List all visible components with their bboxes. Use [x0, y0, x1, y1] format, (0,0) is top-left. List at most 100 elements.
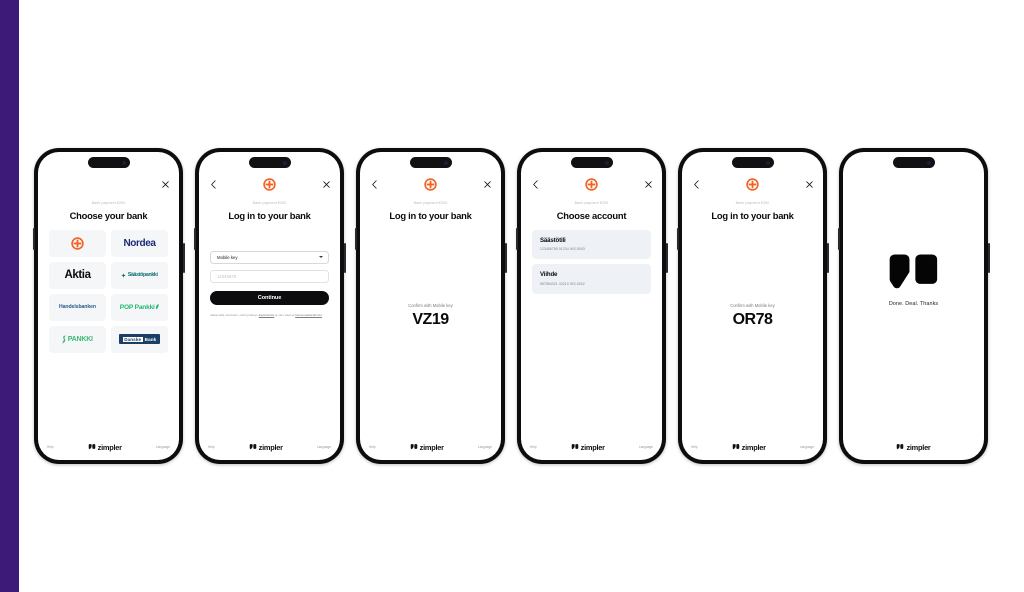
bank-option-aktia[interactable]: Aktia — [49, 261, 106, 289]
account-number: 987554321 43210 IKS-0002 — [540, 281, 585, 286]
zimpler-logo: zimpler — [249, 443, 283, 452]
footer: Help zimpler Language — [682, 438, 823, 460]
screen-confirm-vz19: Bank payment €200 Log in to your bank Co… — [360, 152, 501, 460]
close-icon[interactable] — [159, 178, 171, 190]
bank-option-handelsbanken[interactable]: Handelsbanken — [49, 293, 106, 321]
topbar — [38, 172, 179, 196]
bank-option-s-pankki[interactable]: PANKKI — [49, 325, 106, 353]
footer: Help zimpler Language — [521, 438, 662, 460]
footer: Help zimpler Language — [199, 438, 340, 460]
footer-help-link[interactable]: Help — [691, 445, 698, 449]
account-option-viihde[interactable]: Viihde 987554321 43210 IKS-0002 — [532, 264, 651, 294]
footer: zimpler — [843, 438, 984, 460]
content-choose-bank: Bank payment €200 Choose your bank Norde… — [38, 196, 179, 438]
front-camera-icon — [766, 160, 770, 165]
topbar — [521, 172, 662, 196]
bank-label-aktia: Aktia — [64, 269, 91, 282]
brand-accent-stripe — [0, 0, 19, 592]
s-pankki-s-icon — [62, 335, 67, 344]
zimpler-logo: zimpler — [410, 443, 444, 452]
back-icon[interactable] — [207, 178, 219, 190]
success-message: Done. Deal. Thanks — [888, 301, 939, 307]
footer-help-link[interactable]: Help — [208, 445, 215, 449]
legal-middle: ja olen lukenut — [274, 312, 296, 317]
footer-help-link[interactable]: Help — [530, 445, 537, 449]
footer-language-link[interactable]: Language — [639, 445, 653, 449]
front-camera-icon — [927, 160, 931, 165]
payment-amount-label: Bank payment €200 — [735, 201, 770, 205]
zimpler-wordmark: zimpler — [258, 442, 283, 452]
privacy-link[interactable]: tietosuojakäytännön — [295, 313, 322, 317]
back-icon[interactable] — [690, 178, 702, 190]
footer-language-link[interactable]: Language — [156, 445, 170, 449]
zimpler-logo: zimpler — [732, 443, 766, 452]
zimpler-mark-icon — [897, 444, 904, 450]
user-id-input[interactable]: 12345678 — [210, 269, 329, 283]
content-choose-account: Bank payment €200 Choose account Säästöt… — [521, 196, 662, 438]
op-bank-logo-icon — [746, 177, 759, 191]
page-title: Log in to your bank — [711, 209, 794, 221]
payment-amount-label: Bank payment €200 — [252, 201, 287, 205]
front-camera-icon — [283, 160, 287, 165]
pop-pankki-leaf-icon — [156, 304, 159, 310]
dynamic-island — [87, 157, 130, 168]
bank-label-pop-wrap: POP Pankki — [120, 304, 159, 311]
bank-option-nordea[interactable]: Nordea — [111, 229, 168, 257]
footer-language-link[interactable]: Language — [478, 445, 492, 449]
close-icon[interactable] — [320, 178, 332, 190]
zimpler-logo: zimpler — [88, 443, 122, 452]
bank-label-spankki-wrap: PANKKI — [62, 335, 93, 344]
login-form: Mobile key 12345678 Continue Jatkamalla … — [210, 250, 329, 318]
auth-method-select[interactable]: Mobile key — [210, 250, 329, 264]
footer-help-link[interactable]: Help — [47, 445, 54, 449]
topbar — [360, 172, 501, 196]
back-icon[interactable] — [368, 178, 380, 190]
confirm-code-block: Confirm with Mobile key OR78 — [693, 221, 812, 438]
screen-choose-account: Bank payment €200 Choose account Säästöt… — [521, 152, 662, 460]
close-icon[interactable] — [642, 178, 654, 190]
content-confirm-vz19: Bank payment €200 Log in to your bank Co… — [360, 196, 501, 438]
confirm-method-label: Confirm with Mobile key — [730, 303, 775, 309]
legal-prefix: Jatkamalla vahvistan, että hyväksyn — [210, 312, 259, 317]
bank-label-danske: Danske — [122, 336, 143, 342]
content-login-form: Bank payment €200 Log in to your bank Mo… — [199, 196, 340, 438]
zimpler-wordmark: zimpler — [906, 442, 931, 452]
close-icon[interactable] — [481, 178, 493, 190]
bank-option-op[interactable] — [49, 229, 106, 257]
bank-option-saastopankki[interactable]: Säästöpankki — [111, 261, 168, 289]
dynamic-island — [570, 157, 613, 168]
screen-confirm-or78: Bank payment €200 Log in to your bank Co… — [682, 152, 823, 460]
footer-language-link[interactable]: Language — [800, 445, 814, 449]
front-camera-icon — [122, 160, 126, 165]
op-bank-logo-icon — [424, 177, 437, 191]
account-list: Säästötili 123456789 01234 IKS-5003 Viih… — [532, 229, 651, 294]
dynamic-island — [248, 157, 291, 168]
zimpler-m-mark-icon — [889, 254, 938, 289]
topbar — [199, 172, 340, 196]
footer-language-link[interactable]: Language — [317, 445, 331, 449]
continue-button[interactable]: Continue — [210, 290, 329, 305]
bank-label-saastopankki: Säästöpankki — [127, 272, 158, 279]
phone-mockup-choose-account: Bank payment €200 Choose account Säästöt… — [515, 148, 668, 464]
page-title: Choose your bank — [69, 209, 148, 221]
phone-mockup-login-form: Bank payment €200 Log in to your bank Mo… — [193, 148, 346, 464]
bank-label-nordea: Nordea — [123, 237, 156, 249]
back-icon[interactable] — [529, 178, 541, 190]
close-icon[interactable] — [803, 178, 815, 190]
bank-option-pop-pankki[interactable]: POP Pankki — [111, 293, 168, 321]
bank-option-danske-bank[interactable]: Danske Bank — [111, 325, 168, 353]
topbar — [682, 172, 823, 196]
zimpler-logo: zimpler — [571, 443, 605, 452]
phone-mockup-confirm-code-1: Bank payment €200 Log in to your bank Co… — [354, 148, 507, 464]
account-option-saastotili[interactable]: Säästötili 123456789 01234 IKS-5003 — [532, 229, 651, 260]
saastopankki-symbol-icon — [121, 272, 127, 278]
terms-link[interactable]: käyttöehdot — [259, 313, 275, 317]
screenshot-canvas: Bank payment €200 Choose your bank Norde… — [0, 0, 1024, 592]
footer-help-link[interactable]: Help — [369, 445, 376, 449]
bank-label-handelsbanken: Handelsbanken — [59, 304, 96, 311]
confirm-code-value: VZ19 — [412, 311, 449, 329]
page-title: Log in to your bank — [228, 209, 311, 221]
screen-login-form: Bank payment €200 Log in to your bank Mo… — [199, 152, 340, 460]
payment-amount-label: Bank payment €200 — [574, 201, 609, 205]
